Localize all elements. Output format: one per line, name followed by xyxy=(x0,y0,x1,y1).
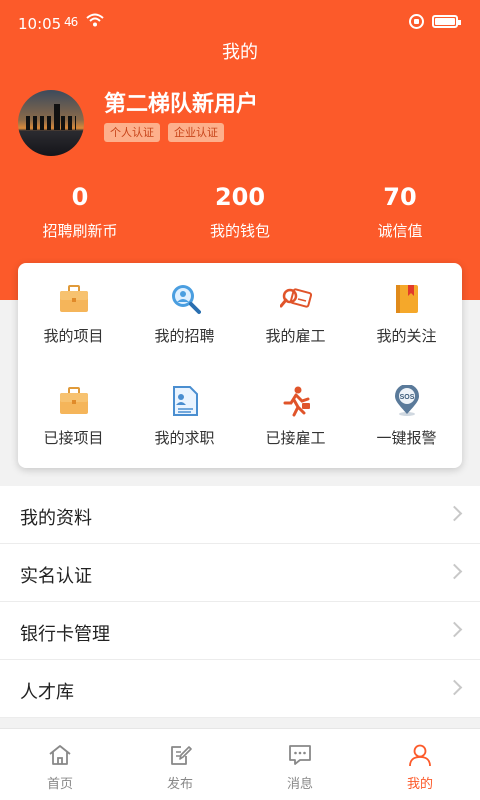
company-verify-badge[interactable]: 企业认证 xyxy=(168,123,224,142)
stat-value: 70 xyxy=(383,183,417,211)
tab-mine[interactable]: 我的 xyxy=(360,729,480,800)
grid-label: 我的项目 xyxy=(43,327,104,345)
tab-label: 首页 xyxy=(46,777,73,792)
grid-item-accepted-projects[interactable]: 已接项目 xyxy=(18,365,129,467)
tab-label: 我的 xyxy=(406,777,433,792)
grid-label: 我的求职 xyxy=(154,429,215,447)
grid-label: 已接项目 xyxy=(43,429,104,447)
chevron-right-icon xyxy=(446,505,463,522)
status-time: 10:05 xyxy=(18,15,62,33)
menu-item-bank-cards[interactable]: 银行卡管理 xyxy=(0,602,480,660)
grid-item-accepted-employees[interactable]: 已接雇工 xyxy=(240,365,351,467)
menu-item-label: 银行卡管理 xyxy=(20,624,110,645)
tab-messages[interactable]: 消息 xyxy=(240,729,360,800)
menu-item-label: 实名认证 xyxy=(20,566,92,587)
grid-item-my-follows[interactable]: 我的关注 xyxy=(351,263,462,365)
resume-icon xyxy=(173,386,198,416)
avatar[interactable] xyxy=(18,90,84,156)
grid-item-emergency-alarm[interactable]: SOS 一键报警 xyxy=(351,365,462,467)
stat-wallet[interactable]: 200 我的钱包 xyxy=(160,182,320,241)
grid-label: 我的关注 xyxy=(376,327,437,345)
stat-label: 诚信值 xyxy=(377,222,423,240)
bottom-tab-bar: 首页 发布 消息 我的 xyxy=(0,728,480,800)
person-icon xyxy=(409,744,431,767)
battery-icon xyxy=(432,15,461,28)
menu-item-label: 我的资料 xyxy=(20,508,92,529)
tab-label: 消息 xyxy=(286,777,313,792)
grid-label: 我的雇工 xyxy=(265,327,326,345)
chevron-right-icon xyxy=(446,679,463,696)
rotation-lock-icon xyxy=(409,14,424,29)
wifi-icon xyxy=(86,13,104,27)
stat-label: 招聘刷新币 xyxy=(42,222,118,240)
grid-label: 我的招聘 xyxy=(154,327,215,345)
chevron-right-icon xyxy=(446,621,463,638)
chevron-right-icon xyxy=(446,563,463,580)
svg-text:SOS: SOS xyxy=(400,394,415,401)
grid-item-my-projects[interactable]: 我的项目 xyxy=(18,263,129,365)
grid-item-my-recruiting[interactable]: 我的招聘 xyxy=(129,263,240,365)
stat-refresh-coins[interactable]: 0 招聘刷新币 xyxy=(0,182,160,241)
grid-item-my-job-search[interactable]: 我的求职 xyxy=(129,365,240,467)
username: 第二梯队新用户 xyxy=(104,92,259,117)
sos-pin-icon: SOS xyxy=(395,385,419,416)
edit-icon xyxy=(171,746,192,765)
personal-verify-badge[interactable]: 个人认证 xyxy=(104,123,160,142)
page-title: 我的 xyxy=(222,42,258,63)
tab-home[interactable]: 首页 xyxy=(0,729,120,800)
home-icon xyxy=(49,745,71,765)
tab-label: 发布 xyxy=(166,777,193,792)
menu-list: 我的资料 实名认证 银行卡管理 人才库 xyxy=(0,486,480,718)
running-worker-icon xyxy=(283,386,310,417)
stat-value: 0 xyxy=(71,183,89,211)
bookmark-book-icon xyxy=(396,285,418,313)
signal-icon: 46 xyxy=(64,15,78,29)
menu-item-my-profile[interactable]: 我的资料 xyxy=(0,486,480,544)
feature-grid-card: 我的项目 我的招聘 我的雇工 我的关注 已接项目 我的求职 已接雇工 SOS 一… xyxy=(18,263,462,468)
briefcase-icon xyxy=(60,285,88,312)
magnifier-person-icon xyxy=(172,285,201,314)
search-card-icon xyxy=(280,288,312,308)
stat-value: 200 xyxy=(214,183,266,211)
grid-label: 已接雇工 xyxy=(265,429,326,447)
tab-publish[interactable]: 发布 xyxy=(120,729,240,800)
menu-item-talent-pool[interactable]: 人才库 xyxy=(0,660,480,718)
stat-credit-score[interactable]: 70 诚信值 xyxy=(320,182,480,241)
stat-label: 我的钱包 xyxy=(209,222,270,240)
profile-header: 10:05 46 我的 第二梯队新用户 个人认证 企业认证 0 招聘刷新币 20… xyxy=(0,0,480,300)
menu-item-label: 人才库 xyxy=(20,682,74,703)
grid-item-my-employees[interactable]: 我的雇工 xyxy=(240,263,351,365)
menu-item-real-name-verify[interactable]: 实名认证 xyxy=(0,544,480,602)
briefcase-icon xyxy=(60,387,88,414)
message-icon xyxy=(289,745,311,765)
grid-label: 一键报警 xyxy=(376,429,437,447)
